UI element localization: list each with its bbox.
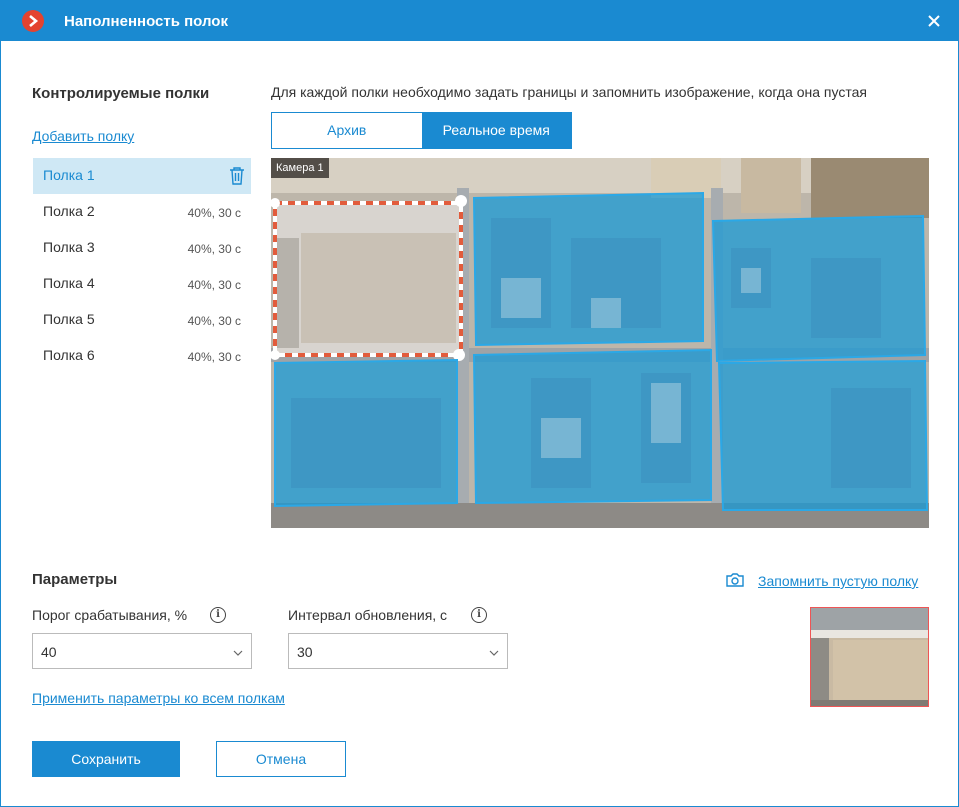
shelf-item-label: Полка 6: [43, 347, 95, 363]
shelf-item-1[interactable]: Полка 1: [33, 158, 251, 194]
close-icon[interactable]: [925, 12, 943, 30]
shelf-item-5[interactable]: Полка 5 40%, 30 с: [33, 302, 251, 338]
trash-icon[interactable]: [229, 166, 245, 186]
shelf-item-label: Полка 2: [43, 203, 95, 219]
info-icon[interactable]: i: [210, 607, 226, 623]
mode-tabs: Архив Реальное время: [271, 112, 572, 149]
camera-label: Камера 1: [271, 158, 329, 178]
shelf-item-meta: 40%, 30 с: [187, 350, 241, 364]
shelf-item-3[interactable]: Полка 3 40%, 30 с: [33, 230, 251, 266]
remember-empty-link[interactable]: Запомнить пустую полку: [758, 573, 918, 589]
shelf-item-2[interactable]: Полка 2 40%, 30 с: [33, 194, 251, 230]
threshold-value: 40: [41, 644, 57, 660]
camera-icon[interactable]: [725, 572, 745, 588]
interval-value: 30: [297, 644, 313, 660]
params-title: Параметры: [32, 571, 118, 588]
dialog-window: Наполненность полок Контролируемые полки…: [0, 0, 959, 807]
cancel-button[interactable]: Отмена: [216, 741, 346, 777]
tab-archive[interactable]: Архив: [272, 113, 422, 148]
shelf-item-4[interactable]: Полка 4 40%, 30 с: [33, 266, 251, 302]
instruction-text: Для каждой полки необходимо задать грани…: [271, 84, 867, 100]
shelf-item-meta: 40%, 30 с: [187, 278, 241, 292]
chevron-down-icon: [233, 645, 243, 661]
app-logo-icon: [22, 10, 44, 32]
shelf-item-meta: 40%, 30 с: [187, 242, 241, 256]
tab-realtime[interactable]: Реальное время: [421, 113, 571, 148]
shelves-panel-title: Контролируемые полки: [32, 85, 210, 102]
chevron-down-icon: [489, 645, 499, 661]
empty-shelf-thumbnail: [810, 607, 929, 707]
shelf-item-meta: 40%, 30 с: [187, 314, 241, 328]
title-bar: Наполненность полок: [1, 1, 958, 41]
camera-image: [271, 158, 929, 528]
shelf-list: Полка 1 Полка 2 40%, 30 с Полка 3 40%, 3…: [33, 158, 251, 374]
window-title: Наполненность полок: [64, 13, 228, 30]
add-shelf-link[interactable]: Добавить полку: [32, 128, 134, 144]
save-button[interactable]: Сохранить: [32, 741, 180, 777]
shelf-item-label: Полка 5: [43, 311, 95, 327]
camera-view[interactable]: Камера 1: [271, 158, 929, 528]
interval-label: Интервал обновления, с: [288, 607, 448, 623]
shelf-item-label: Полка 1: [43, 167, 95, 183]
threshold-label: Порог срабатывания, %: [32, 607, 188, 623]
shelf-item-6[interactable]: Полка 6 40%, 30 с: [33, 338, 251, 374]
shelf-item-label: Полка 3: [43, 239, 95, 255]
apply-all-link[interactable]: Применить параметры ко всем полкам: [32, 690, 285, 706]
shelf-item-label: Полка 4: [43, 275, 95, 291]
interval-select[interactable]: 30: [288, 633, 508, 669]
shelf-item-meta: 40%, 30 с: [187, 206, 241, 220]
threshold-select[interactable]: 40: [32, 633, 252, 669]
info-icon[interactable]: i: [471, 607, 487, 623]
